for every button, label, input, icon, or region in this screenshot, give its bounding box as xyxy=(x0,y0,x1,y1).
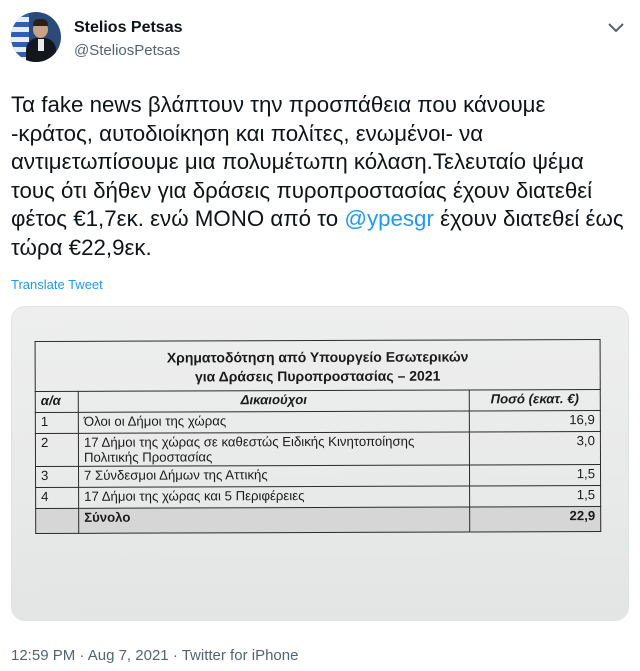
table-title: Χρηματοδότηση από Υπουργείο Εσωτερικών γι… xyxy=(35,339,601,392)
table-total-row: Σύνολο 22,9 xyxy=(35,506,601,534)
shirt-graphic xyxy=(38,39,44,51)
table-title-line: για Δράσεις Πυροπροστασίας – 2021 xyxy=(194,367,441,385)
row-beneficiary: 17 Δήμοι της χώρας σε καθεστώς Ειδικής Κ… xyxy=(78,431,470,467)
table-title-row: Χρηματοδότηση από Υπουργείο Εσωτερικών γι… xyxy=(35,339,601,392)
table-row: 2 17 Δήμοι της χώρας σε καθεστώς Ειδικής… xyxy=(35,431,601,467)
row-num: 3 xyxy=(35,466,79,488)
avatar[interactable] xyxy=(11,12,61,62)
header-amount: Ποσό (εκατ. €) xyxy=(469,389,601,411)
tweet-footer: 12:59 PM · Aug 7, 2021 · Twitter for iPh… xyxy=(11,647,298,664)
hair-graphic xyxy=(33,19,48,26)
translate-tweet-link[interactable]: Translate Tweet xyxy=(11,277,103,292)
row-num: 1 xyxy=(35,412,79,434)
header-beneficiary: Δικαιούχοι xyxy=(78,389,470,413)
header-num: α/α xyxy=(35,391,79,413)
author-handle[interactable]: @SteliosPetsas xyxy=(74,42,180,59)
row-amount: 3,0 xyxy=(469,431,601,465)
separator: · xyxy=(79,647,85,664)
chevron-down-icon[interactable] xyxy=(604,16,628,40)
row-amount: 16,9 xyxy=(469,410,601,432)
total-num-cell xyxy=(35,508,79,534)
tweet-image[interactable]: Χρηματοδότηση από Υπουργείο Εσωτερικών γι… xyxy=(11,306,629,621)
table-row: 1 Όλοι οι Δήμοι της χώρας 16,9 xyxy=(35,410,601,434)
table-header-row: α/α Δικαιούχοι Ποσό (εκατ. €) xyxy=(35,389,601,413)
table-row: 3 7 Σύνδεσμοι Δήμων της Αττικής 1,5 xyxy=(35,464,601,488)
tweet-source[interactable]: Twitter for iPhone xyxy=(182,647,299,664)
row-beneficiary: 17 Δήμοι της χώρας και 5 Περιφέρειες xyxy=(78,485,470,509)
separator: · xyxy=(172,647,178,664)
author-name[interactable]: Stelios Petsas xyxy=(74,19,183,37)
mention-link[interactable]: @ypesgr xyxy=(344,206,434,231)
row-amount: 1,5 xyxy=(469,485,601,507)
total-amount: 22,9 xyxy=(469,506,601,532)
table-row: 4 17 Δήμοι της χώρας και 5 Περιφέρειες 1… xyxy=(35,485,601,509)
document-photo: Χρηματοδότηση από Υπουργείο Εσωτερικών γι… xyxy=(12,307,628,620)
row-num: 4 xyxy=(35,487,79,509)
tweet-time[interactable]: 12:59 PM xyxy=(11,647,75,664)
row-num: 2 xyxy=(35,433,79,467)
tweet-date[interactable]: Aug 7, 2021 xyxy=(88,647,169,664)
row-amount: 1,5 xyxy=(469,464,601,486)
row-beneficiary: Όλοι οι Δήμοι της χώρας xyxy=(78,410,470,434)
tweet-text: Τα fake news βλάπτουν την προσπάθεια που… xyxy=(11,91,631,263)
funding-table: Χρηματοδότηση από Υπουργείο Εσωτερικών γι… xyxy=(35,339,602,534)
total-label: Σύνολο xyxy=(78,506,470,534)
row-beneficiary: 7 Σύνδεσμοι Δήμων της Αττικής xyxy=(78,464,470,488)
table-title-line: Χρηματοδότηση από Υπουργείο Εσωτερικών xyxy=(166,348,469,366)
